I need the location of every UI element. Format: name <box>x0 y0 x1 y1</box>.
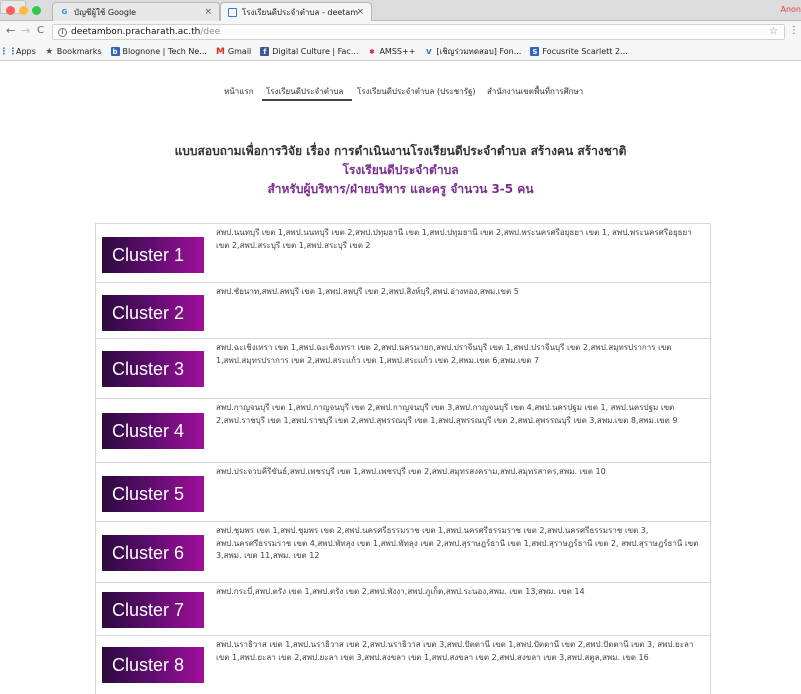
amss-icon: ✱ <box>369 47 375 56</box>
page-title: แบบสอบถามเพื่อการวิจัย เรื่อง การดำเนินง… <box>174 144 627 158</box>
bookmark-label: AMSS++ <box>379 47 416 56</box>
browser-tab-google-account[interactable]: G บัญชีผู้ใช้ Google × <box>52 2 220 21</box>
reload-icon[interactable]: C <box>37 25 44 36</box>
page-subtitle: โรงเรียนดีประจำตำบล <box>342 163 459 177</box>
cluster-6-button[interactable]: Cluster 6 <box>102 535 204 571</box>
cluster-row: Cluster 1 สพป.นนทบุรี เขต 1,สพป.นนทบุรี … <box>95 223 711 282</box>
bookmark-label: Focusrite Scarlett 2... <box>542 47 628 56</box>
url-path: /dee <box>200 27 221 37</box>
bookmark-amss[interactable]: ✱ AMSS++ <box>367 47 415 56</box>
page-audience: สำหรับผู้บริหาร/ฝ่ายบริหาร และครู จำนวน … <box>267 182 534 196</box>
browser-toolbar: ← → C i deetambon.pracharath.ac.th/dee ☆… <box>0 21 801 43</box>
cluster-areas: สพป.ชัยนาท,สพป.ลพบุรี เขต 1,สพป.ลพบุรี เ… <box>216 287 519 296</box>
cluster-areas: สพป.นราธิวาส เขต 1,สพป.นราธิวาส เขต 2,สพ… <box>216 640 694 662</box>
v-icon: V <box>426 47 432 56</box>
page-icon <box>228 7 237 17</box>
facebook-icon: f <box>260 47 270 56</box>
bookmark-digital-culture[interactable]: f Digital Culture | Fac... <box>260 47 358 56</box>
cluster-7-button[interactable]: Cluster 7 <box>102 592 204 628</box>
bookmark-label: [เชิญร่วมทดสอบ] Fon... <box>436 47 522 56</box>
bookmark-label: Apps <box>16 47 36 56</box>
bookmark-font-test[interactable]: V [เชิญร่วมทดสอบ] Fon... <box>424 45 521 58</box>
bookmark-label: Bookmarks <box>56 47 102 56</box>
address-bar[interactable]: i deetambon.pracharath.ac.th/dee ☆ <box>52 24 785 40</box>
cluster-1-button[interactable]: Cluster 1 <box>102 237 204 273</box>
cluster-8-button[interactable]: Cluster 8 <box>102 647 204 683</box>
close-icon[interactable]: × <box>204 7 212 17</box>
bookmark-gmail[interactable]: M Gmail <box>215 46 252 57</box>
cluster-row: Cluster 7 สพป.กระบี่,สพป.ตรัง เขต 1,สพป.… <box>95 582 711 635</box>
maximize-window-button[interactable] <box>32 6 41 15</box>
cluster-row: Cluster 2 สพป.ชัยนาท,สพป.ลพบุรี เขต 1,สพ… <box>95 282 711 338</box>
site-nav: หน้าแรก โรงเรียนดีประจำตำบล โรงเรียนดีปร… <box>0 85 801 99</box>
nav-good-school-pracharath-link[interactable]: โรงเรียนดีประจำตำบล (ประชารัฐ) <box>357 85 476 98</box>
blognone-icon: b <box>110 47 120 56</box>
close-window-button[interactable] <box>6 6 15 15</box>
nav-good-school-link[interactable]: โรงเรียนดีประจำตำบล <box>266 85 343 98</box>
cluster-2-button[interactable]: Cluster 2 <box>102 295 204 331</box>
cluster-areas: สพป.ฉะเชิงเทรา เขต 1,สพป.ฉะเชิงเทรา เขต … <box>216 343 672 365</box>
cluster-row: Cluster 5 สพป.ประจวบคีรีขันธ์,สพป.เพชรบุ… <box>95 462 711 521</box>
browser-tab-strip: G บัญชีผู้ใช้ Google × โรงเรียนดีประจำตำ… <box>0 0 801 21</box>
cluster-areas: สพป.นนทบุรี เขต 1,สพป.นนทบุรี เขต 2,สพป.… <box>216 228 692 250</box>
apps-grid-icon: ⋮⋮ <box>0 46 18 57</box>
browser-tab-deetambon[interactable]: โรงเรียนดีประจำตำบล - deetam × <box>220 2 372 21</box>
bookmark-apps[interactable]: ⋮⋮ Apps <box>0 46 36 57</box>
cluster-areas: สพป.กาญจนบุรี เขต 1,สพป.กาญจนบุรี เขต 2,… <box>216 403 678 425</box>
cluster-row: Cluster 4 สพป.กาญจนบุรี เขต 1,สพป.กาญจนบ… <box>95 398 711 462</box>
cluster-areas: สพป.ชุมพร เขต 1,สพป.ชุมพร เขต 2,สพป.นครศ… <box>216 526 699 560</box>
cluster-5-button[interactable]: Cluster 5 <box>102 476 204 512</box>
close-icon[interactable]: × <box>356 7 364 17</box>
minimize-window-button[interactable] <box>19 6 28 15</box>
bookmarks-bar: ⋮⋮ Apps ★ Bookmarks b Blognone | Tech Ne...… <box>0 43 801 61</box>
tab-title: โรงเรียนดีประจำตำบล - deetam <box>242 7 359 17</box>
bookmark-star-icon[interactable]: ☆ <box>769 26 778 37</box>
bookmark-bookmarks[interactable]: ★ Bookmarks <box>45 46 102 57</box>
info-icon[interactable]: i <box>58 27 67 37</box>
forward-arrow-icon[interactable]: → <box>21 24 30 37</box>
bookmark-blognone[interactable]: b Blognone | Tech Ne... <box>110 47 207 56</box>
profile-label[interactable]: Anon <box>780 5 801 14</box>
google-g-icon: G <box>61 8 68 16</box>
cluster-table: Cluster 1 สพป.นนทบุรี เขต 1,สพป.นนทบุรี … <box>95 223 711 694</box>
bookmark-label: Gmail <box>227 47 252 56</box>
cluster-row: Cluster 8 สพป.นราธิวาส เขต 1,สพป.นราธิวา… <box>95 635 711 694</box>
star-icon: ★ <box>45 46 54 57</box>
nav-home-link[interactable]: หน้าแรก <box>224 85 254 98</box>
focusrite-icon: S <box>530 47 540 56</box>
bookmark-label: Blognone | Tech Ne... <box>122 47 207 56</box>
tab-title: บัญชีผู้ใช้ Google <box>74 7 137 17</box>
bookmark-label: Digital Culture | Fac... <box>272 47 359 56</box>
bookmark-focusrite[interactable]: S Focusrite Scarlett 2... <box>530 47 628 56</box>
gmail-icon: M <box>215 46 225 57</box>
cluster-4-button[interactable]: Cluster 4 <box>102 413 204 449</box>
more-menu-icon[interactable]: ⋮ <box>789 25 799 36</box>
cluster-areas: สพป.ประจวบคีรีขันธ์,สพป.เพชรบุรี เขต 1,ส… <box>216 467 606 476</box>
page-heading: แบบสอบถามเพื่อการวิจัย เรื่อง การดำเนินง… <box>0 142 801 199</box>
cluster-3-button[interactable]: Cluster 3 <box>102 351 204 387</box>
back-arrow-icon[interactable]: ← <box>6 24 15 37</box>
active-nav-indicator <box>262 99 352 101</box>
nav-education-office-link[interactable]: สำนักงานเขตพื้นที่การศึกษา <box>487 85 583 98</box>
url-host: deetambon.pracharath.ac.th <box>71 27 201 37</box>
cluster-row: Cluster 6 สพป.ชุมพร เขต 1,สพป.ชุมพร เขต … <box>95 521 711 582</box>
cluster-areas: สพป.กระบี่,สพป.ตรัง เขต 1,สพป.ตรัง เขต 2… <box>216 587 585 596</box>
cluster-row: Cluster 3 สพป.ฉะเชิงเทรา เขต 1,สพป.ฉะเชิ… <box>95 338 711 398</box>
